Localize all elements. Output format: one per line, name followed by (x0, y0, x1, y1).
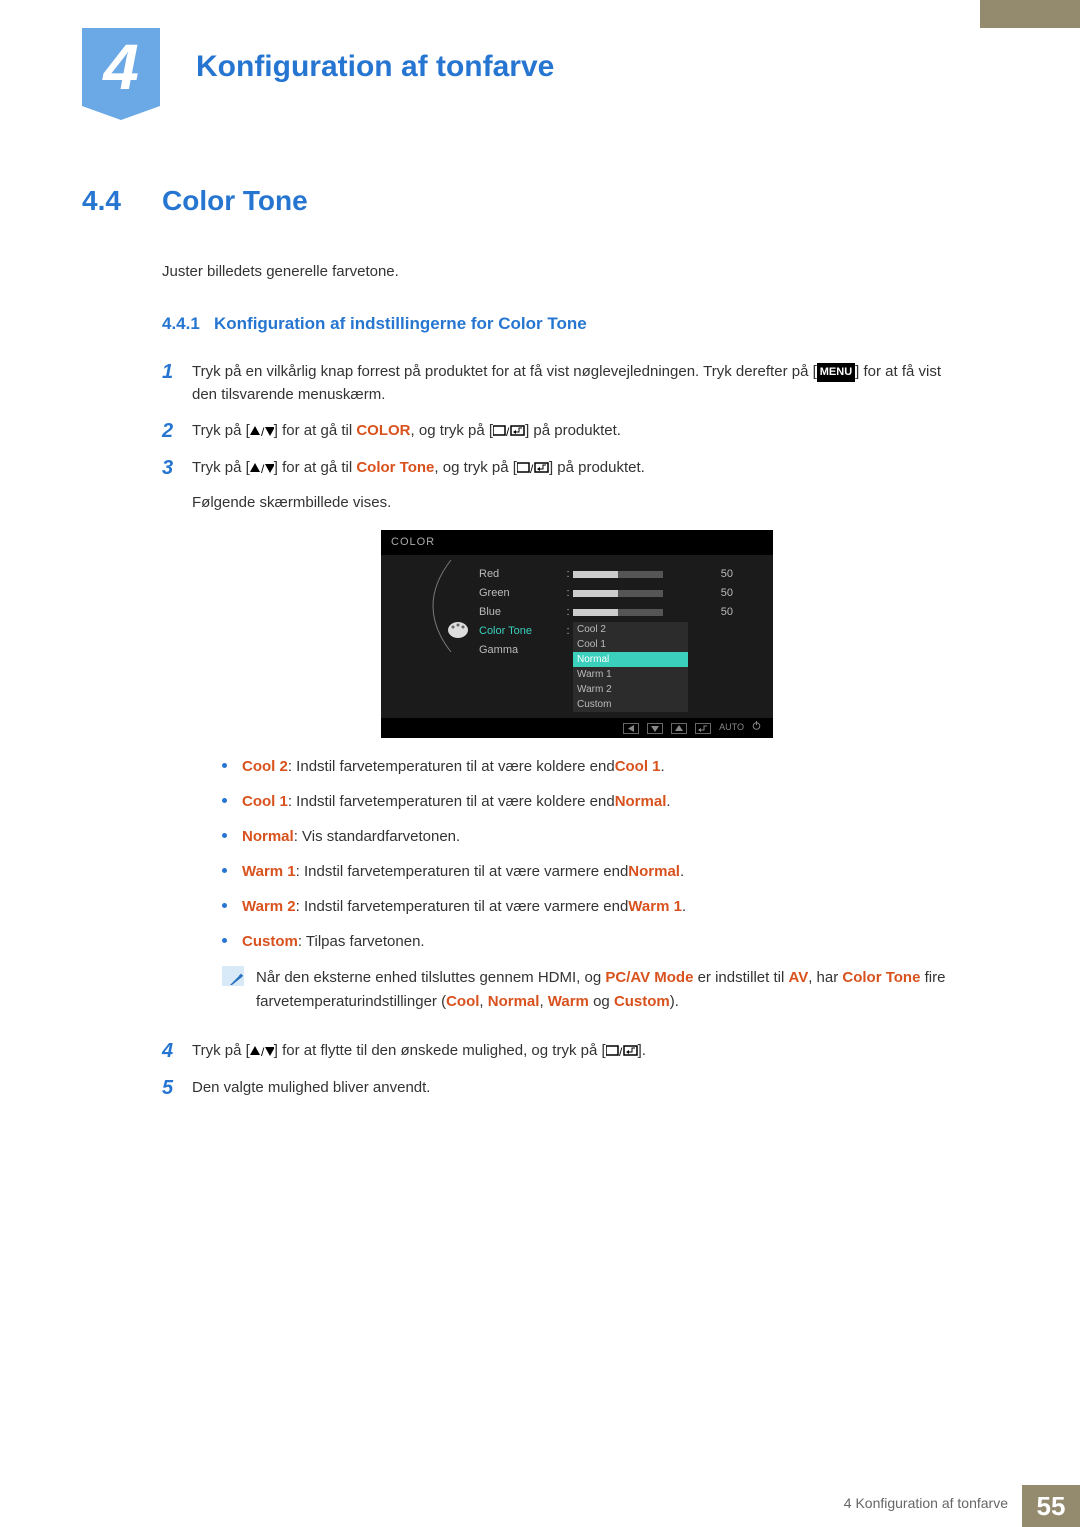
svg-text:/: / (261, 1045, 265, 1057)
bullet-custom: Custom: Tilpas farvetonen. (222, 931, 962, 952)
subsection-number: 4.4.1 (162, 314, 200, 333)
osd-option-selected: Normal (573, 652, 688, 667)
osd-screenshot: COLOR Red Green Blue (381, 530, 773, 738)
bullet-cool2: Cool 2: Indstil farvetemperaturen til at… (222, 756, 962, 777)
bullet-warm1: Warm 1: Indstil farvetemperaturen til at… (222, 861, 962, 882)
info-note: Når den eksterne enhed tilsluttes gennem… (222, 966, 962, 1013)
step-2: 2 Tryk på [/] for at gå til COLOR, og tr… (162, 419, 962, 444)
subsection-title: Konfiguration af indstillingerne for Col… (214, 314, 587, 333)
step-5: 5 Den valgte mulighed bliver anvendt. (162, 1076, 962, 1100)
steps-list: 1 Tryk på en vilkårlig knap forrest på p… (162, 360, 962, 1100)
osd-power-icon (752, 721, 761, 735)
chapter-title: Konfiguration af tonfarve (196, 50, 554, 84)
option-descriptions: Cool 2: Indstil farvetemperaturen til at… (222, 756, 962, 952)
palette-icon (447, 621, 469, 639)
bullet-warm2: Warm 2: Indstil farvetemperaturen til at… (222, 896, 962, 917)
select-enter-icon: / (493, 421, 525, 444)
chapter-header: 4 Konfiguration af tonfarve (82, 28, 554, 106)
osd-row-colortone: Color Tone (479, 622, 563, 641)
osd-option-list: Cool 2 Cool 1 Normal Warm 1 Warm 2 Custo… (573, 622, 688, 712)
osd-row-gamma: Gamma (479, 641, 563, 660)
top-corner-stripe (980, 0, 1080, 28)
step-3-subnote: Følgende skærmbillede vises. (192, 491, 962, 514)
svg-text:/: / (506, 425, 510, 437)
section-number: 4.4 (82, 185, 162, 217)
osd-header: COLOR (381, 530, 773, 555)
footer-page-number: 55 (1022, 1485, 1080, 1527)
chapter-number-box: 4 (82, 28, 160, 106)
select-enter-icon: / (517, 458, 549, 481)
osd-footer: AUTO (381, 718, 773, 738)
osd-nav-up-icon (671, 723, 687, 734)
up-down-icon: / (250, 1041, 274, 1064)
menu-button-icon: MENU (817, 363, 855, 382)
osd-nav-enter-icon (695, 723, 711, 734)
svg-text:/: / (619, 1045, 623, 1057)
osd-auto-label: AUTO (719, 721, 744, 735)
osd-slider-red (573, 571, 663, 578)
svg-text:/: / (530, 462, 534, 474)
step-3: 3 Tryk på [/] for at gå til Color Tone, … (162, 456, 962, 1027)
section-title: Color Tone (162, 185, 308, 217)
page-content: 4.4 Color Tone Juster billedets generell… (82, 185, 982, 1112)
svg-text:/: / (261, 425, 265, 437)
chapter-number: 4 (82, 28, 160, 106)
select-enter-icon: / (606, 1041, 638, 1064)
step-4: 4 Tryk på [/] for at flytte til den ønsk… (162, 1039, 962, 1064)
osd-row-blue: Blue (479, 603, 563, 622)
footer-chapter-label: 4 Konfiguration af tonfarve (844, 1485, 1022, 1527)
osd-slider-green (573, 590, 663, 597)
osd-nav-left-icon (623, 723, 639, 734)
up-down-icon: / (250, 458, 274, 481)
page-footer: 4 Konfiguration af tonfarve 55 (0, 1485, 1080, 1527)
intro-text: Juster billedets generelle farvetone. (162, 263, 962, 280)
osd-row-green: Green (479, 584, 563, 603)
step-1: 1 Tryk på en vilkårlig knap forrest på p… (162, 360, 962, 407)
up-down-icon: / (250, 421, 274, 444)
osd-nav-down-icon (647, 723, 663, 734)
osd-slider-blue (573, 609, 663, 616)
svg-text:/: / (261, 462, 265, 474)
bullet-cool1: Cool 1: Indstil farvetemperaturen til at… (222, 791, 962, 812)
section-heading: 4.4 Color Tone (82, 185, 982, 217)
subsection-heading: 4.4.1 Konfiguration af indstillingerne f… (162, 314, 962, 334)
osd-row-red: Red (479, 565, 563, 584)
bullet-normal: Normal: Vis standardfarvetonen. (222, 826, 962, 847)
info-note-icon (222, 966, 244, 986)
